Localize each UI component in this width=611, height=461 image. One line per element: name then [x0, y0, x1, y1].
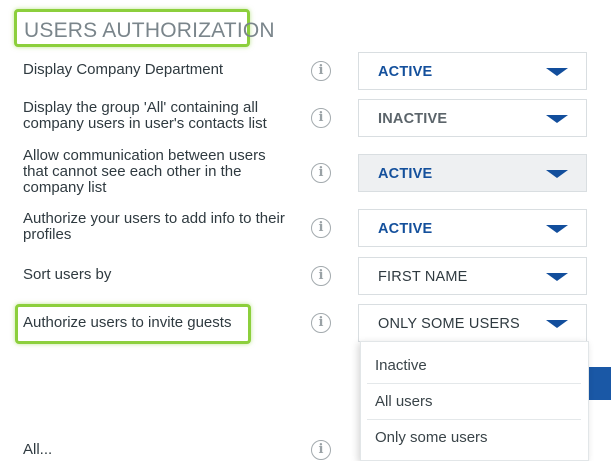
info-icon[interactable]: i: [311, 163, 331, 183]
chevron-down-icon: [546, 273, 568, 281]
select-value: ACTIVE: [378, 166, 433, 182]
select-value: ACTIVE: [378, 64, 433, 80]
info-icon[interactable]: i: [311, 218, 331, 238]
chevron-down-icon: [546, 225, 568, 233]
select-value: ONLY SOME USERS: [378, 316, 520, 332]
select-value: ACTIVE: [378, 221, 433, 237]
select-allow-communication[interactable]: ACTIVE: [358, 154, 587, 192]
section-title: USERS AUTHORIZATION: [14, 9, 275, 47]
info-icon[interactable]: i: [311, 440, 331, 460]
info-icon[interactable]: i: [311, 108, 331, 128]
chevron-down-icon: [546, 68, 568, 76]
info-icon[interactable]: i: [311, 313, 331, 333]
select-display-department[interactable]: ACTIVE: [358, 52, 587, 90]
select-value: INACTIVE: [378, 111, 448, 127]
row-label-add-info: Authorize your users to add info to thei…: [23, 210, 285, 243]
row-label-invite-guests: Authorize users to invite guests: [23, 314, 232, 331]
info-icon[interactable]: i: [311, 61, 331, 81]
row-label-allow-communication: Allow communication between users that c…: [23, 147, 266, 196]
dropdown-list: Inactive All users Only some users: [360, 341, 589, 461]
dropdown-option-inactive[interactable]: Inactive: [367, 348, 581, 384]
select-group-all[interactable]: INACTIVE: [358, 99, 587, 137]
background-button[interactable]: [589, 367, 611, 400]
select-add-info[interactable]: ACTIVE: [358, 209, 587, 247]
dropdown-option-all-users[interactable]: All users: [367, 384, 581, 420]
chevron-down-icon: [546, 320, 568, 328]
row-label-sort-users: Sort users by: [23, 266, 112, 283]
chevron-down-icon: [546, 115, 568, 123]
select-sort-users[interactable]: FIRST NAME: [358, 257, 587, 295]
select-invite-guests[interactable]: ONLY SOME USERS: [358, 304, 587, 342]
info-icon[interactable]: i: [311, 266, 331, 286]
row-label-display-department: Display Company Department: [23, 61, 224, 78]
row-label-group-all: Display the group 'All' containing all c…: [23, 99, 267, 132]
select-value: FIRST NAME: [378, 269, 468, 285]
chevron-down-icon: [546, 170, 568, 178]
dropdown-option-only-some-users[interactable]: Only some users: [367, 420, 581, 456]
